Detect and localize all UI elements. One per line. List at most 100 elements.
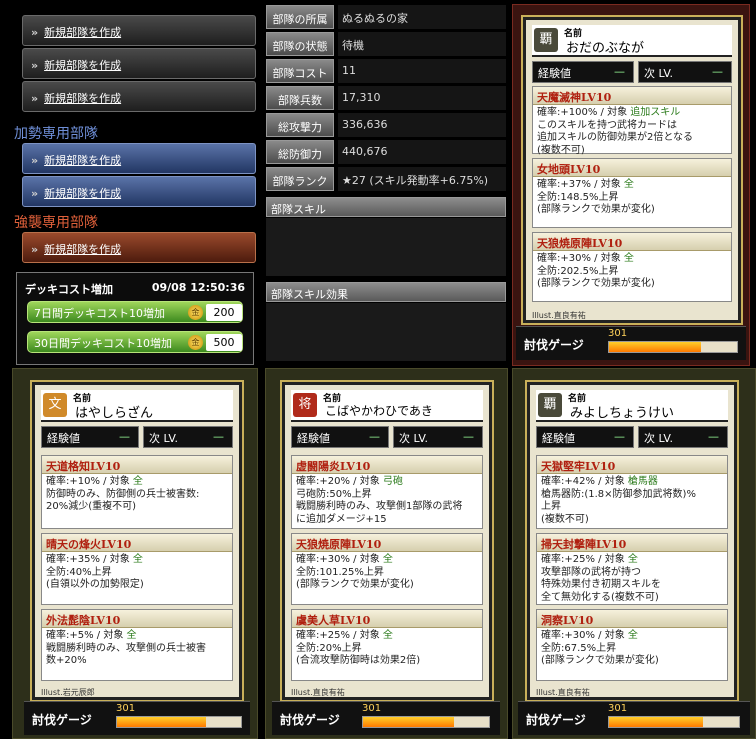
deck-option-label: 7日間デッキコスト10増加	[34, 307, 165, 320]
exp-value: —	[614, 65, 625, 78]
new-unit-button-1[interactable]: » 新規部隊を作成	[22, 15, 256, 46]
skill-box: 天魔滅神LV10 確率:+100% / 対象 追加スキル このスキルを持つ武将カ…	[532, 86, 732, 156]
next-level-box: 次 LV. —	[143, 426, 233, 448]
new-unit-button-2[interactable]: » 新規部隊を作成	[22, 48, 256, 79]
unit-skill-body	[266, 218, 506, 276]
exp-value: —	[119, 430, 130, 443]
info-value: 336,636	[338, 113, 506, 137]
skill-title: 虚闘陽炎LV10	[292, 456, 482, 474]
skill-box: 天狼焼原陣LV10 確率:+30% / 対象 全 全防:101.25%上昇 (部…	[291, 533, 483, 605]
info-row: 部隊の所属 ぬるぬるの家	[266, 5, 506, 31]
rank-badge-icon: 将	[293, 393, 317, 417]
next-level-label: 次 LV.	[644, 432, 674, 445]
rank-badge-icon: 覇	[538, 393, 562, 417]
gauge-bar	[608, 341, 738, 353]
gauge-bar	[116, 716, 242, 728]
card-name: おだのぶなが	[566, 41, 645, 56]
skill-box: 天道格知LV10 確率:+10% / 対象 全 防御時のみ、防御側の兵士被害数:…	[41, 455, 233, 529]
next-level-box: 次 LV. —	[638, 426, 728, 448]
info-label: 部隊コスト	[266, 59, 334, 83]
next-level-box: 次 LV. —	[393, 426, 483, 448]
subjugation-gauge: 討伐ゲージ 301	[516, 326, 746, 360]
general-card-3[interactable]: 覇 名前 みよしちょうけい 経験値 — 次 LV. — 天獄堅牢LV10 確率:+4…	[525, 380, 739, 702]
info-value: ぬるぬるの家	[338, 5, 506, 29]
skill-box: 掃天封撃陣LV10 確率:+25% / 対象 全 攻撃部隊の武将が持つ 特殊効果…	[536, 533, 728, 605]
general-card-1[interactable]: 文 名前 はやしらざん 経験値 — 次 LV. — 天道格知LV10 確率:+10%…	[30, 380, 244, 702]
card-name-box: 覇 名前 おだのぶなが	[532, 25, 732, 57]
info-label: 部隊の状態	[266, 32, 334, 56]
info-row: 部隊ランク ★27 (スキル発動率+6.75%)	[266, 167, 506, 193]
skill-desc: 確率:+30% / 対象 全 全防:67.5%上昇 (部隊ランクで効果が変化)	[541, 630, 659, 666]
unit-skill-effect-body	[266, 303, 506, 361]
gauge-label: 討伐ゲージ	[526, 713, 586, 727]
unit-skill-effect-header: 部隊スキル効果	[266, 282, 506, 302]
card-name-box: 覇 名前 みよしちょうけい	[536, 390, 728, 422]
skill-box: 外法髭陰LV10 確率:+5% / 対象 全 戦闘勝利時のみ、攻撃側の兵士被害 …	[41, 609, 233, 681]
next-level-label: 次 LV.	[399, 432, 429, 445]
info-row: 総防御力 440,676	[266, 140, 506, 166]
gauge-value: 301	[608, 703, 628, 714]
info-label: 部隊ランク	[266, 167, 334, 191]
new-unit-button-3[interactable]: » 新規部隊を作成	[22, 81, 256, 112]
info-label: 部隊の所属	[266, 5, 334, 29]
card-name-box: 将 名前 こばやかわひであき	[291, 390, 483, 422]
skill-title: 女地頭LV10	[533, 159, 731, 177]
gauge-fill	[609, 717, 703, 727]
skill-box: 天狼焼原陣LV10 確率:+30% / 対象 全 全防:202.5%上昇 (部隊…	[532, 232, 732, 302]
section-title-raid: 強襲専用部隊	[14, 215, 98, 231]
new-support-unit-button-2[interactable]: » 新規部隊を作成	[22, 176, 256, 207]
info-row: 部隊コスト 11	[266, 59, 506, 85]
deck-cost-30day-button[interactable]: 30日間デッキコスト10増加 金 500	[27, 331, 243, 353]
info-label: 総防御力	[266, 140, 334, 164]
next-level-value: —	[708, 430, 719, 443]
deck-cost-title: デッキコスト増加	[25, 283, 113, 296]
skill-box: 洞察LV10 確率:+30% / 対象 全 全防:67.5%上昇 (部隊ランクで…	[536, 609, 728, 681]
next-level-value: —	[213, 430, 224, 443]
gauge-value: 301	[608, 328, 628, 339]
exp-value: —	[369, 430, 380, 443]
skill-title: 虞美人草LV10	[292, 610, 482, 628]
skill-title: 天道格知LV10	[42, 456, 232, 474]
new-raid-unit-button[interactable]: » 新規部隊を作成	[22, 232, 256, 263]
new-support-unit-button-1[interactable]: » 新規部隊を作成	[22, 143, 256, 174]
skill-title: 天狼焼原陣LV10	[533, 233, 731, 251]
exp-label: 経験値	[47, 432, 80, 445]
rank-badge-icon: 覇	[534, 28, 558, 52]
deck-option-price: 200	[206, 304, 242, 321]
unit-skill-header: 部隊スキル	[266, 197, 506, 217]
skill-desc: 確率:+42% / 対象 槍馬器 槍馬器防:(1.8×防御参加武将数)% 上昇 …	[541, 476, 696, 525]
skill-desc: 確率:+25% / 対象 全 攻撃部隊の武将が持つ 特殊効果付き初期スキルを 全…	[541, 554, 661, 603]
skill-title: 晴天の烽火LV10	[42, 534, 232, 552]
skill-box: 晴天の烽火LV10 確率:+35% / 対象 全 全防:40%上昇 (自領以外の…	[41, 533, 233, 605]
exp-box: 経験値 —	[291, 426, 389, 448]
deck-option-label: 30日間デッキコスト10増加	[34, 337, 172, 350]
info-value: 待機	[338, 32, 506, 56]
skill-desc: 確率:+35% / 対象 全 全防:40%上昇 (自領以外の加勢限定)	[46, 554, 144, 590]
general-card-leader[interactable]: 覇 名前 おだのぶなが 経験値 — 次 LV. — 天魔滅神LV10 確率:+100…	[521, 15, 743, 325]
skill-box: 天獄堅牢LV10 確率:+42% / 対象 槍馬器 槍馬器防:(1.8×防御参加…	[536, 455, 728, 529]
next-level-value: —	[463, 430, 474, 443]
info-row: 総攻撃力 336,636	[266, 113, 506, 139]
deck-cost-7day-button[interactable]: 7日間デッキコスト10増加 金 200	[27, 301, 243, 323]
general-card-2[interactable]: 将 名前 こばやかわひであき 経験値 — 次 LV. — 虚闘陽炎LV10 確率:+…	[280, 380, 494, 702]
card-name: みよしちょうけい	[570, 406, 675, 421]
info-label: 総攻撃力	[266, 113, 334, 137]
info-row: 部隊の状態 待機	[266, 32, 506, 58]
illustrator-credit: Illust.直良有祐	[291, 688, 345, 697]
chevron-right-icon: »	[31, 92, 39, 105]
new-unit-label: 新規部隊を作成	[44, 59, 122, 72]
new-unit-label: 新規部隊を作成	[44, 187, 122, 200]
exp-label: 経験値	[542, 432, 575, 445]
section-title-support: 加勢専用部隊	[14, 126, 98, 142]
skill-box: 女地頭LV10 確率:+37% / 対象 全 全防:148.5%上昇 (部隊ラン…	[532, 158, 732, 228]
info-value: 440,676	[338, 140, 506, 164]
gold-coin-icon: 金	[188, 305, 203, 320]
skill-desc: 確率:+100% / 対象 追加スキル このスキルを持つ武将カードは 追加スキル…	[537, 107, 694, 156]
gauge-fill	[117, 717, 207, 727]
chevron-right-icon: »	[31, 243, 39, 256]
gauge-label: 討伐ゲージ	[524, 338, 584, 352]
chevron-right-icon: »	[31, 59, 39, 72]
subjugation-gauge: 討伐ゲージ 301	[518, 701, 750, 735]
gold-coin-icon: 金	[188, 335, 203, 350]
skill-box: 虚闘陽炎LV10 確率:+20% / 対象 弓砲 弓砲防:50%上昇 戦闘勝利時…	[291, 455, 483, 529]
